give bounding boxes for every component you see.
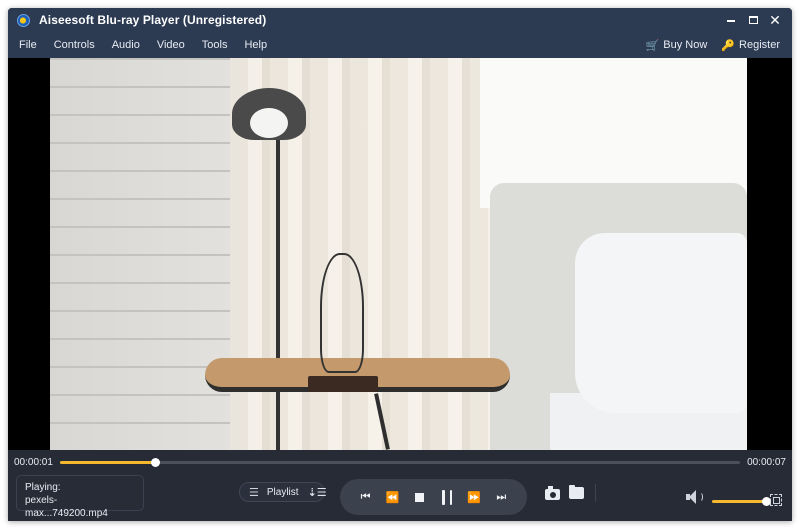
next-button[interactable]: ⏭ — [491, 487, 511, 507]
register-link[interactable]: 🔑 Register — [721, 39, 780, 52]
menu-help[interactable]: Help — [241, 39, 270, 51]
open-folder-icon[interactable] — [569, 485, 584, 499]
title-bar: Aiseesoft Blu-ray Player (Unregistered) … — [8, 8, 792, 32]
rewind-button[interactable]: ⏪ — [383, 487, 403, 507]
pause-icon — [442, 489, 453, 505]
menu-right-actions: 🛒 Buy Now 🔑 Register — [632, 32, 780, 58]
window-title: Aiseesoft Blu-ray Player (Unregistered) — [39, 13, 267, 27]
scene-sculpture — [320, 253, 364, 373]
video-frame — [50, 58, 747, 450]
close-icon: ✕ — [769, 12, 781, 28]
scene-brick-wall — [50, 58, 230, 450]
menu-bar: File Controls Audio Video Tools Help 🛒 B… — [8, 32, 792, 58]
list-icon: ☰ — [249, 486, 259, 499]
menu-tools[interactable]: Tools — [199, 39, 231, 51]
toolbar-divider — [595, 484, 596, 502]
playlist-label: Playlist — [266, 486, 299, 498]
transport-controls: ⏮ ⏪ ⏩ ⏭ — [340, 479, 527, 515]
snapshot-camera-icon[interactable] — [545, 486, 560, 500]
skip-previous-icon: ⏮ — [360, 490, 371, 503]
menu-controls[interactable]: Controls — [51, 39, 98, 51]
buy-now-link[interactable]: 🛒 Buy Now — [646, 39, 708, 52]
video-display[interactable] — [8, 58, 792, 450]
scene-book — [308, 376, 378, 392]
minimize-button[interactable] — [720, 9, 742, 31]
now-playing-file: pexels-max...749200.mp4 — [25, 495, 108, 519]
buy-now-label: Buy Now — [663, 39, 708, 51]
sort-list-icon[interactable]: ⇣☰ — [308, 486, 327, 499]
stop-button[interactable] — [410, 487, 430, 507]
previous-button[interactable]: ⏮ — [356, 487, 376, 507]
progress-slider[interactable] — [60, 458, 740, 467]
skip-next-icon: ⏭ — [496, 490, 507, 503]
menu-file[interactable]: File — [16, 39, 40, 51]
app-logo-icon — [17, 13, 30, 27]
now-playing-box: Playing: pexels-max...749200.mp4 — [16, 475, 144, 519]
control-bar: 00:00:01 00:00:07 Playing: pexels-max...… — [8, 450, 792, 521]
cart-icon: 🛒 — [645, 39, 660, 52]
forward-button[interactable]: ⏩ — [464, 487, 484, 507]
app-window: Aiseesoft Blu-ray Player (Unregistered) … — [8, 8, 792, 521]
pause-button[interactable] — [437, 487, 457, 507]
fast-forward-icon: ⏩ — [467, 491, 482, 504]
volume-slider[interactable] — [712, 497, 771, 506]
rewind-icon: ⏪ — [385, 491, 400, 504]
maximize-icon — [748, 16, 758, 24]
menu-audio[interactable]: Audio — [109, 39, 143, 51]
elapsed-time: 00:00:01 — [14, 457, 53, 468]
volume-icon[interactable] — [686, 490, 704, 504]
total-time: 00:00:07 — [747, 457, 786, 468]
progress-fill — [60, 461, 156, 464]
menu-video[interactable]: Video — [154, 39, 188, 51]
scene-lamp-bulb — [250, 108, 288, 138]
minimize-icon — [727, 20, 735, 22]
now-playing-label: Playing: — [25, 482, 61, 493]
register-label: Register — [739, 39, 780, 51]
stop-icon — [415, 492, 425, 502]
scene-pillow — [575, 233, 747, 413]
playlist-button[interactable]: ☰ Playlist ⇣☰ — [239, 482, 327, 502]
scene-lamp-pole — [276, 133, 280, 450]
close-button[interactable]: ✕ — [764, 9, 786, 31]
key-icon: 🔑 — [721, 39, 736, 52]
maximize-button[interactable] — [742, 9, 764, 31]
progress-handle[interactable] — [151, 458, 161, 467]
volume-fill — [712, 500, 766, 503]
window-controls: ✕ — [720, 8, 786, 32]
fullscreen-icon[interactable] — [770, 494, 782, 506]
